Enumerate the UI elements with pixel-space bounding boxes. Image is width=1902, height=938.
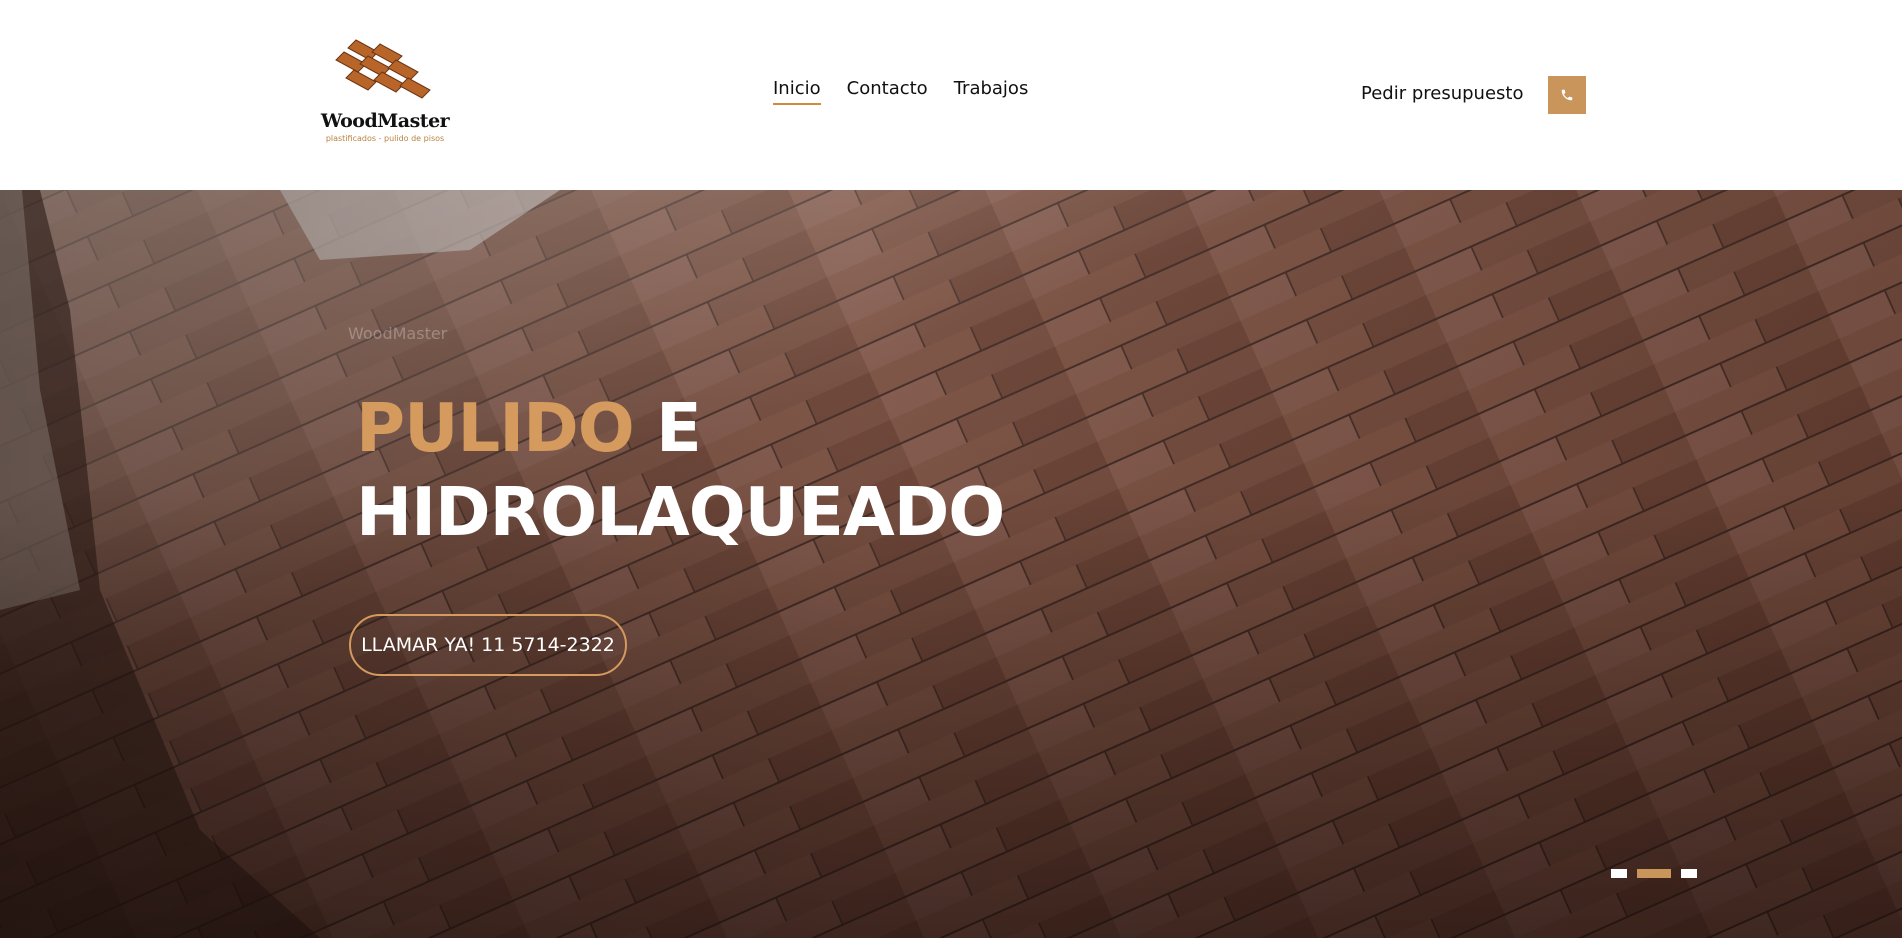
hero-overlay <box>0 190 1902 938</box>
headline-conjunction: E <box>633 389 702 467</box>
nav-item-inicio[interactable]: Inicio <box>773 78 821 105</box>
logo-tagline: plastificados - pulido de pisos <box>325 134 445 143</box>
logo-wordmark: WoodMaster <box>320 110 450 132</box>
main-nav: Inicio Contacto Trabajos <box>773 78 1028 105</box>
slide-dot-1[interactable] <box>1611 869 1627 878</box>
hero-slider: WoodMaster PULIDO E HIDROLAQUEADO LLAMAR… <box>0 190 1902 938</box>
slider-pagination <box>1611 869 1697 878</box>
phone-button[interactable] <box>1548 76 1586 114</box>
logo[interactable]: WoodMaster plastificados - pulido de pis… <box>318 38 452 148</box>
hero-brand-label: WoodMaster <box>348 324 448 343</box>
call-now-button[interactable]: LLAMAR YA! 11 5714-2322 <box>349 614 627 676</box>
hero-headline: PULIDO E HIDROLAQUEADO <box>356 386 1005 554</box>
site-header: WoodMaster plastificados - pulido de pis… <box>0 0 1902 190</box>
request-quote-link[interactable]: Pedir presupuesto <box>1361 83 1523 104</box>
nav-item-contacto[interactable]: Contacto <box>847 78 928 105</box>
slide-dot-3[interactable] <box>1681 869 1697 878</box>
slide-dot-2[interactable] <box>1637 869 1671 878</box>
headline-accent: PULIDO <box>356 389 635 467</box>
nav-item-trabajos[interactable]: Trabajos <box>954 78 1029 105</box>
wood-planks-logo-icon <box>335 39 431 99</box>
headline-line2: HIDROLAQUEADO <box>356 473 1005 551</box>
phone-icon <box>1561 89 1573 101</box>
